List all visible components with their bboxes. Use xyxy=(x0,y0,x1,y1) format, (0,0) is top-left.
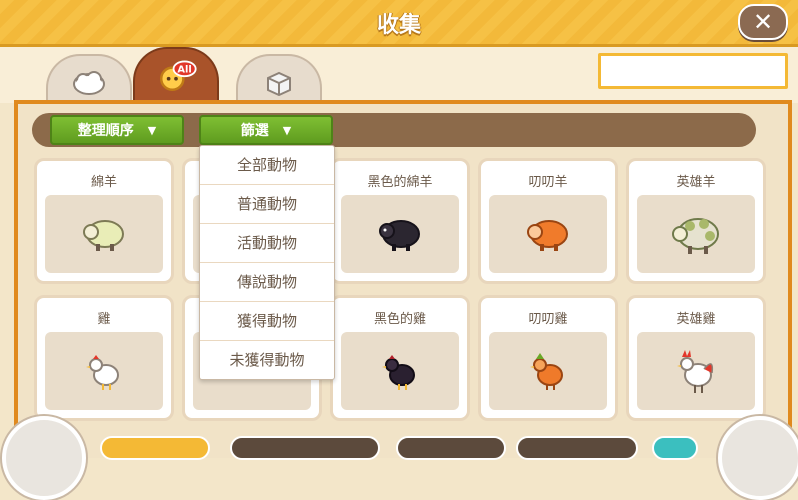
animal-name: 叨叨羊 xyxy=(528,175,568,190)
filter-option-not-obtained[interactable]: 未獲得動物 xyxy=(200,341,334,379)
filter-option-obtained[interactable]: 獲得動物 xyxy=(200,302,334,341)
animal-slot xyxy=(637,332,755,410)
black-sheep-icon xyxy=(379,220,420,251)
animal-card[interactable]: 綿羊 xyxy=(34,158,174,284)
tab-all-animals[interactable]: All xyxy=(133,47,219,105)
animal-card[interactable]: 叨叨雞 xyxy=(478,295,618,421)
filter-menu: 全部動物 普通動物 活動動物 傳說動物 獲得動物 未獲得動物 xyxy=(199,145,335,380)
hearts-pill xyxy=(516,436,638,460)
filter-option-all[interactable]: 全部動物 xyxy=(200,146,334,185)
filter-label: 篩選 xyxy=(240,123,269,139)
search-input[interactable] xyxy=(598,53,788,89)
caret-down-icon: ▼ xyxy=(282,123,292,137)
animal-name: 黑色的雞 xyxy=(373,312,426,327)
filter-button[interactable]: 篩選 ▼ xyxy=(199,115,333,145)
level-pill xyxy=(100,436,210,460)
extra-pill[interactable] xyxy=(652,436,698,460)
filter-option-normal[interactable]: 普通動物 xyxy=(200,185,334,224)
sheep-icon xyxy=(83,220,124,251)
gems-pill xyxy=(396,436,506,460)
cloud-icon xyxy=(73,71,105,95)
animal-card[interactable]: 雞 xyxy=(34,295,174,421)
animal-slot xyxy=(45,195,163,273)
hero-chicken-icon xyxy=(677,350,714,393)
animal-name: 黑色的綿羊 xyxy=(367,175,433,190)
animal-slot xyxy=(45,332,163,410)
hero-sheep-icon xyxy=(672,218,719,254)
caret-down-icon: ▼ xyxy=(147,123,157,137)
coins-pill xyxy=(230,436,380,460)
animal-slot xyxy=(637,195,755,273)
animal-card[interactable]: 英雄雞 xyxy=(626,295,766,421)
animal-name: 綿羊 xyxy=(90,175,117,190)
black-chicken-icon xyxy=(382,355,415,390)
title-bar: 收集 ✕ xyxy=(0,0,798,47)
filter-option-event[interactable]: 活動動物 xyxy=(200,224,334,263)
close-icon: ✕ xyxy=(752,8,774,36)
page-title: 收集 xyxy=(376,13,421,38)
all-badge: All xyxy=(177,65,191,76)
tab-storage[interactable] xyxy=(236,54,322,104)
animal-card[interactable]: 英雄羊 xyxy=(626,158,766,284)
filter-option-legend[interactable]: 傳說動物 xyxy=(200,263,334,302)
animal-card[interactable]: 黑色的綿羊 xyxy=(330,158,470,284)
storage-button[interactable] xyxy=(718,416,798,500)
sort-button[interactable]: 整理順序 ▼ xyxy=(50,115,184,145)
tab-strip: All xyxy=(0,47,798,105)
animal-card[interactable]: 叨叨羊 xyxy=(478,158,618,284)
friends-button[interactable] xyxy=(2,416,86,500)
sort-label: 整理順序 xyxy=(77,123,134,139)
box-icon xyxy=(267,71,291,96)
animal-slot xyxy=(489,195,607,273)
close-button[interactable]: ✕ xyxy=(738,4,788,40)
animal-name: 英雄雞 xyxy=(676,312,716,327)
animal-name: 雞 xyxy=(97,312,111,327)
tab-cloud[interactable] xyxy=(46,54,132,104)
animal-slot xyxy=(341,195,459,273)
animal-card[interactable]: 黑色的雞 xyxy=(330,295,470,421)
all-animals-icon: All xyxy=(160,60,197,91)
chicken-icon xyxy=(86,355,119,390)
animal-slot xyxy=(489,332,607,410)
animal-slot xyxy=(341,332,459,410)
animal-name: 英雄羊 xyxy=(676,175,716,190)
animal-name: 叨叨雞 xyxy=(528,312,568,327)
orange-chicken-icon xyxy=(530,353,563,390)
orange-sheep-icon xyxy=(527,220,568,251)
